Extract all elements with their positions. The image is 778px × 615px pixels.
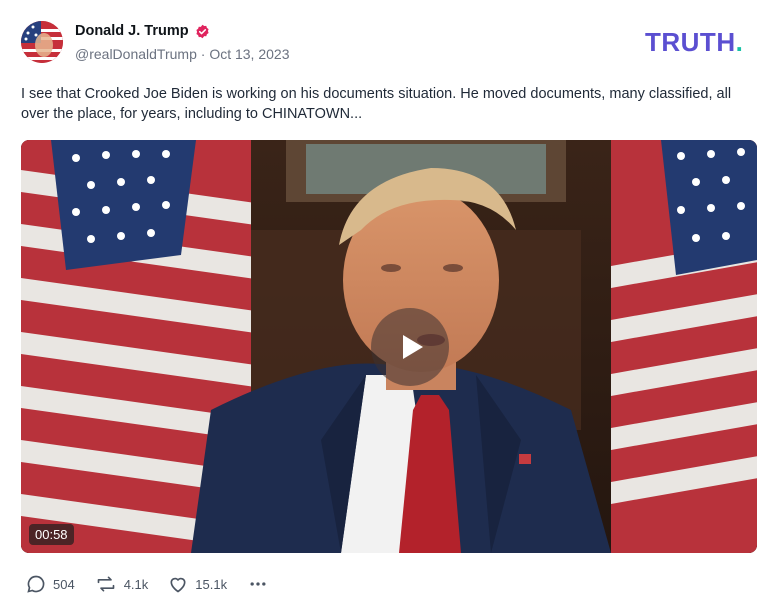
heart-icon <box>170 577 186 593</box>
play-icon <box>403 335 423 359</box>
avatar[interactable] <box>21 21 63 63</box>
reply-icon <box>27 575 45 593</box>
more-options-button[interactable] <box>247 574 269 594</box>
post-date[interactable]: Oct 13, 2023 <box>209 46 289 62</box>
retruth-action[interactable]: 4.1k <box>95 574 149 594</box>
brand-dot: . <box>735 27 744 57</box>
author-handle[interactable]: @realDonaldTrump <box>75 46 197 62</box>
reply-action[interactable]: 504 <box>26 574 75 594</box>
brand-text: TRUTH <box>645 27 736 57</box>
video-player[interactable]: 00:58 <box>21 140 757 553</box>
verified-badge-icon <box>195 24 210 39</box>
retruth-icon <box>97 576 115 592</box>
retruth-count: 4.1k <box>123 576 149 592</box>
post-text: I see that Crooked Joe Biden is working … <box>21 86 732 122</box>
post-meta: @realDonaldTrump · Oct 13, 2023 <box>75 46 289 62</box>
more-icon <box>250 582 266 586</box>
video-duration: 00:58 <box>29 524 74 545</box>
like-action[interactable]: 15.1k <box>168 574 227 594</box>
post-actions: 504 4.1k 15.1k <box>26 574 269 594</box>
meta-separator: · <box>200 46 206 62</box>
reply-count: 504 <box>53 576 75 592</box>
like-count: 15.1k <box>195 576 228 592</box>
play-button[interactable] <box>371 308 449 386</box>
author-name[interactable]: Donald J. Trump <box>75 23 189 39</box>
truth-logo[interactable]: TRUTH. <box>645 27 743 58</box>
